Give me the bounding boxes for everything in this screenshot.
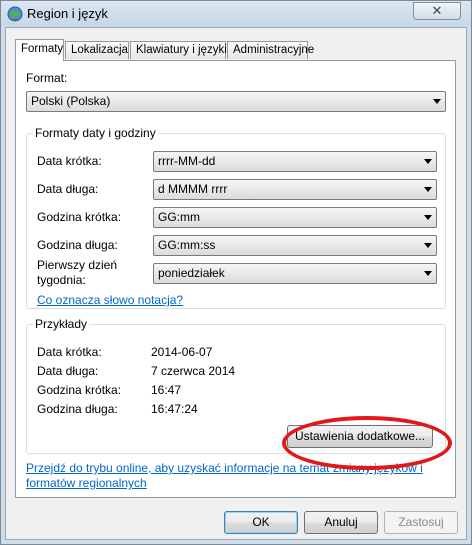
examples-title: Przykłady bbox=[33, 317, 90, 331]
dialog-client-area: Formaty Lokalizacja Klawiatury i języki … bbox=[5, 27, 467, 540]
chevron-down-icon bbox=[424, 243, 432, 248]
long-date-value: d MMMM rrrr bbox=[158, 182, 228, 196]
window-title: Region i język bbox=[27, 6, 108, 21]
first-day-value: poniedziałek bbox=[158, 266, 225, 280]
date-time-formats-group: Formaty daty i godziny Data krótka: rrrr… bbox=[26, 126, 446, 309]
chevron-down-icon bbox=[424, 159, 432, 164]
examples-group: Przykłady Data krótka: 2014-06-07 Data d… bbox=[26, 317, 446, 454]
example-long-time-value: 16:47:24 bbox=[151, 402, 198, 416]
example-long-date-value: 7 czerwca 2014 bbox=[151, 364, 236, 378]
long-date-dropdown[interactable]: d MMMM rrrr bbox=[153, 179, 437, 200]
format-dropdown-value: Polski (Polska) bbox=[31, 94, 111, 108]
example-short-date-value: 2014-06-07 bbox=[151, 345, 213, 359]
short-date-dropdown[interactable]: rrrr-MM-dd bbox=[153, 151, 437, 172]
chevron-down-icon bbox=[424, 187, 432, 192]
tab-panel-formats: Format: Polski (Polska) Formaty daty i g… bbox=[15, 60, 456, 498]
online-info-link-line1[interactable]: Przejdź do trybu online, aby uzyskać inf… bbox=[26, 461, 423, 475]
chevron-down-icon bbox=[424, 271, 432, 276]
example-long-date-label: Data długa: bbox=[37, 364, 99, 378]
first-day-label-line1: Pierwszy dzień bbox=[37, 258, 118, 272]
tab-administrative[interactable]: Administracyjne bbox=[227, 41, 314, 59]
additional-settings-button[interactable]: Ustawienia dodatkowe... bbox=[287, 425, 433, 448]
long-time-value: GG:mm:ss bbox=[158, 238, 216, 252]
close-button[interactable]: ✕ bbox=[413, 2, 461, 20]
tab-formats[interactable]: Formaty bbox=[15, 39, 64, 61]
first-day-dropdown[interactable]: poniedziałek bbox=[153, 263, 437, 284]
example-short-time-value: 16:47 bbox=[151, 383, 182, 397]
date-time-formats-title: Formaty daty i godziny bbox=[33, 126, 158, 140]
close-icon: ✕ bbox=[431, 3, 443, 18]
region-language-dialog: Region i język ✕ Formaty Lokalizacja Kla… bbox=[0, 0, 472, 545]
example-short-date-label: Data krótka: bbox=[37, 345, 102, 359]
notation-help-link[interactable]: Co oznacza słowo notacja? bbox=[37, 293, 183, 307]
short-time-value: GG:mm bbox=[158, 210, 200, 224]
format-label: Format: bbox=[26, 71, 68, 85]
chevron-down-icon bbox=[424, 215, 432, 220]
long-date-label: Data długa: bbox=[37, 182, 99, 196]
example-short-time-label: Godzina krótka: bbox=[37, 383, 122, 397]
cancel-button[interactable]: Anuluj bbox=[304, 511, 378, 534]
short-date-label: Data krótka: bbox=[37, 154, 102, 168]
tab-location[interactable]: Lokalizacja bbox=[65, 41, 129, 59]
format-dropdown[interactable]: Polski (Polska) bbox=[26, 91, 446, 112]
chevron-down-icon bbox=[433, 99, 441, 104]
online-info-link-line2[interactable]: formatów regionalnych bbox=[26, 476, 147, 490]
tab-keyboards-languages[interactable]: Klawiatury i języki bbox=[130, 41, 227, 59]
example-long-time-label: Godzina długa: bbox=[37, 402, 118, 416]
ok-button[interactable]: OK bbox=[224, 511, 298, 534]
globe-icon bbox=[7, 6, 23, 22]
apply-button[interactable]: Zastosuj bbox=[384, 511, 458, 534]
first-day-label-line2: tygodnia: bbox=[37, 273, 86, 287]
title-bar[interactable]: Region i język ✕ bbox=[1, 1, 471, 27]
long-time-label: Godzina długa: bbox=[37, 238, 118, 252]
short-time-label: Godzina krótka: bbox=[37, 210, 122, 224]
short-date-value: rrrr-MM-dd bbox=[158, 154, 216, 168]
short-time-dropdown[interactable]: GG:mm bbox=[153, 207, 437, 228]
long-time-dropdown[interactable]: GG:mm:ss bbox=[153, 235, 437, 256]
